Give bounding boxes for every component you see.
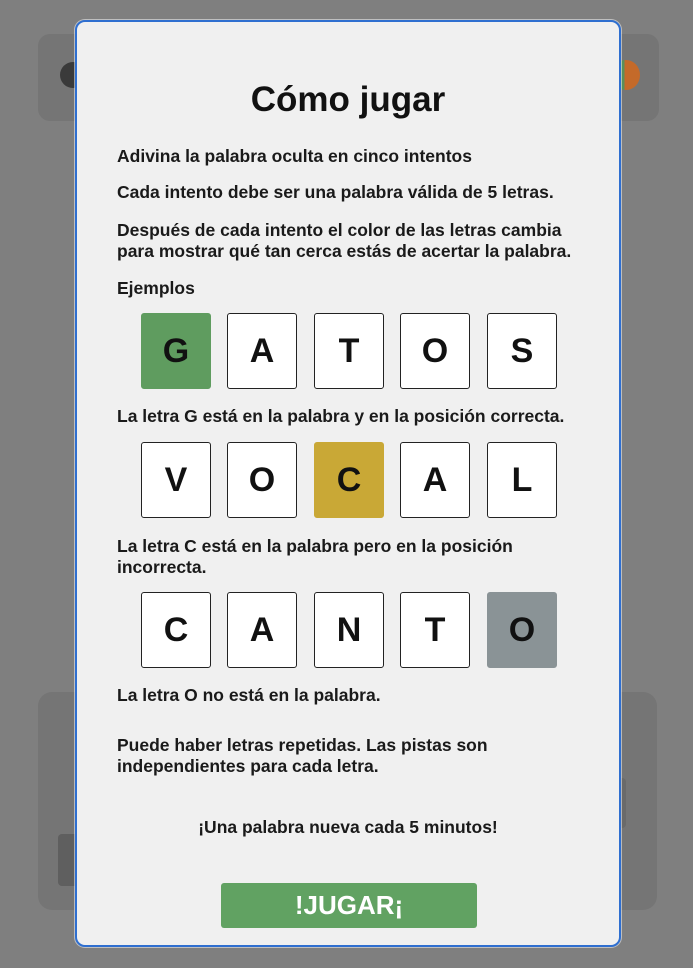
example-row-1: G A T O S xyxy=(141,313,557,389)
letter-tile: C xyxy=(141,592,211,668)
repeated-letters-note: Puede haber letras repetidas. Las pistas… xyxy=(117,735,488,776)
intro-text-1: Adivina la palabra oculta en cinco inten… xyxy=(117,146,472,166)
example-row-3: C A N T O xyxy=(141,592,557,668)
play-button[interactable]: !JUGAR¡ xyxy=(221,883,477,928)
letter-tile: T xyxy=(400,592,470,668)
example-row-2: V O C A L xyxy=(141,442,557,518)
example-1-explanation: La letra G está en la palabra y en la po… xyxy=(117,406,565,426)
letter-tile: S xyxy=(487,313,557,389)
letter-tile: L xyxy=(487,442,557,518)
letter-tile: V xyxy=(141,442,211,518)
example-3-explanation: La letra O no está en la palabra. xyxy=(117,685,381,705)
tagline: ¡Una palabra nueva cada 5 minutos! xyxy=(198,817,498,837)
how-to-play-modal: Cómo jugar Adivina la palabra oculta en … xyxy=(75,20,621,947)
letter-tile: A xyxy=(400,442,470,518)
modal-title: Cómo jugar xyxy=(250,80,446,119)
letter-tile: T xyxy=(314,313,384,389)
letter-tile: O xyxy=(487,592,557,668)
letter-tile: O xyxy=(400,313,470,389)
examples-heading: Ejemplos xyxy=(117,278,195,298)
letter-tile: A xyxy=(227,592,297,668)
intro-text-2: Cada intento debe ser una palabra válida… xyxy=(117,182,554,202)
letter-tile: A xyxy=(227,313,297,389)
intro-text-3: Después de cada intento el color de las … xyxy=(117,220,572,261)
example-2-explanation: La letra C está en la palabra pero en la… xyxy=(117,536,513,577)
letter-tile: C xyxy=(314,442,384,518)
letter-tile: N xyxy=(314,592,384,668)
letter-tile: O xyxy=(227,442,297,518)
letter-tile: G xyxy=(141,313,211,389)
